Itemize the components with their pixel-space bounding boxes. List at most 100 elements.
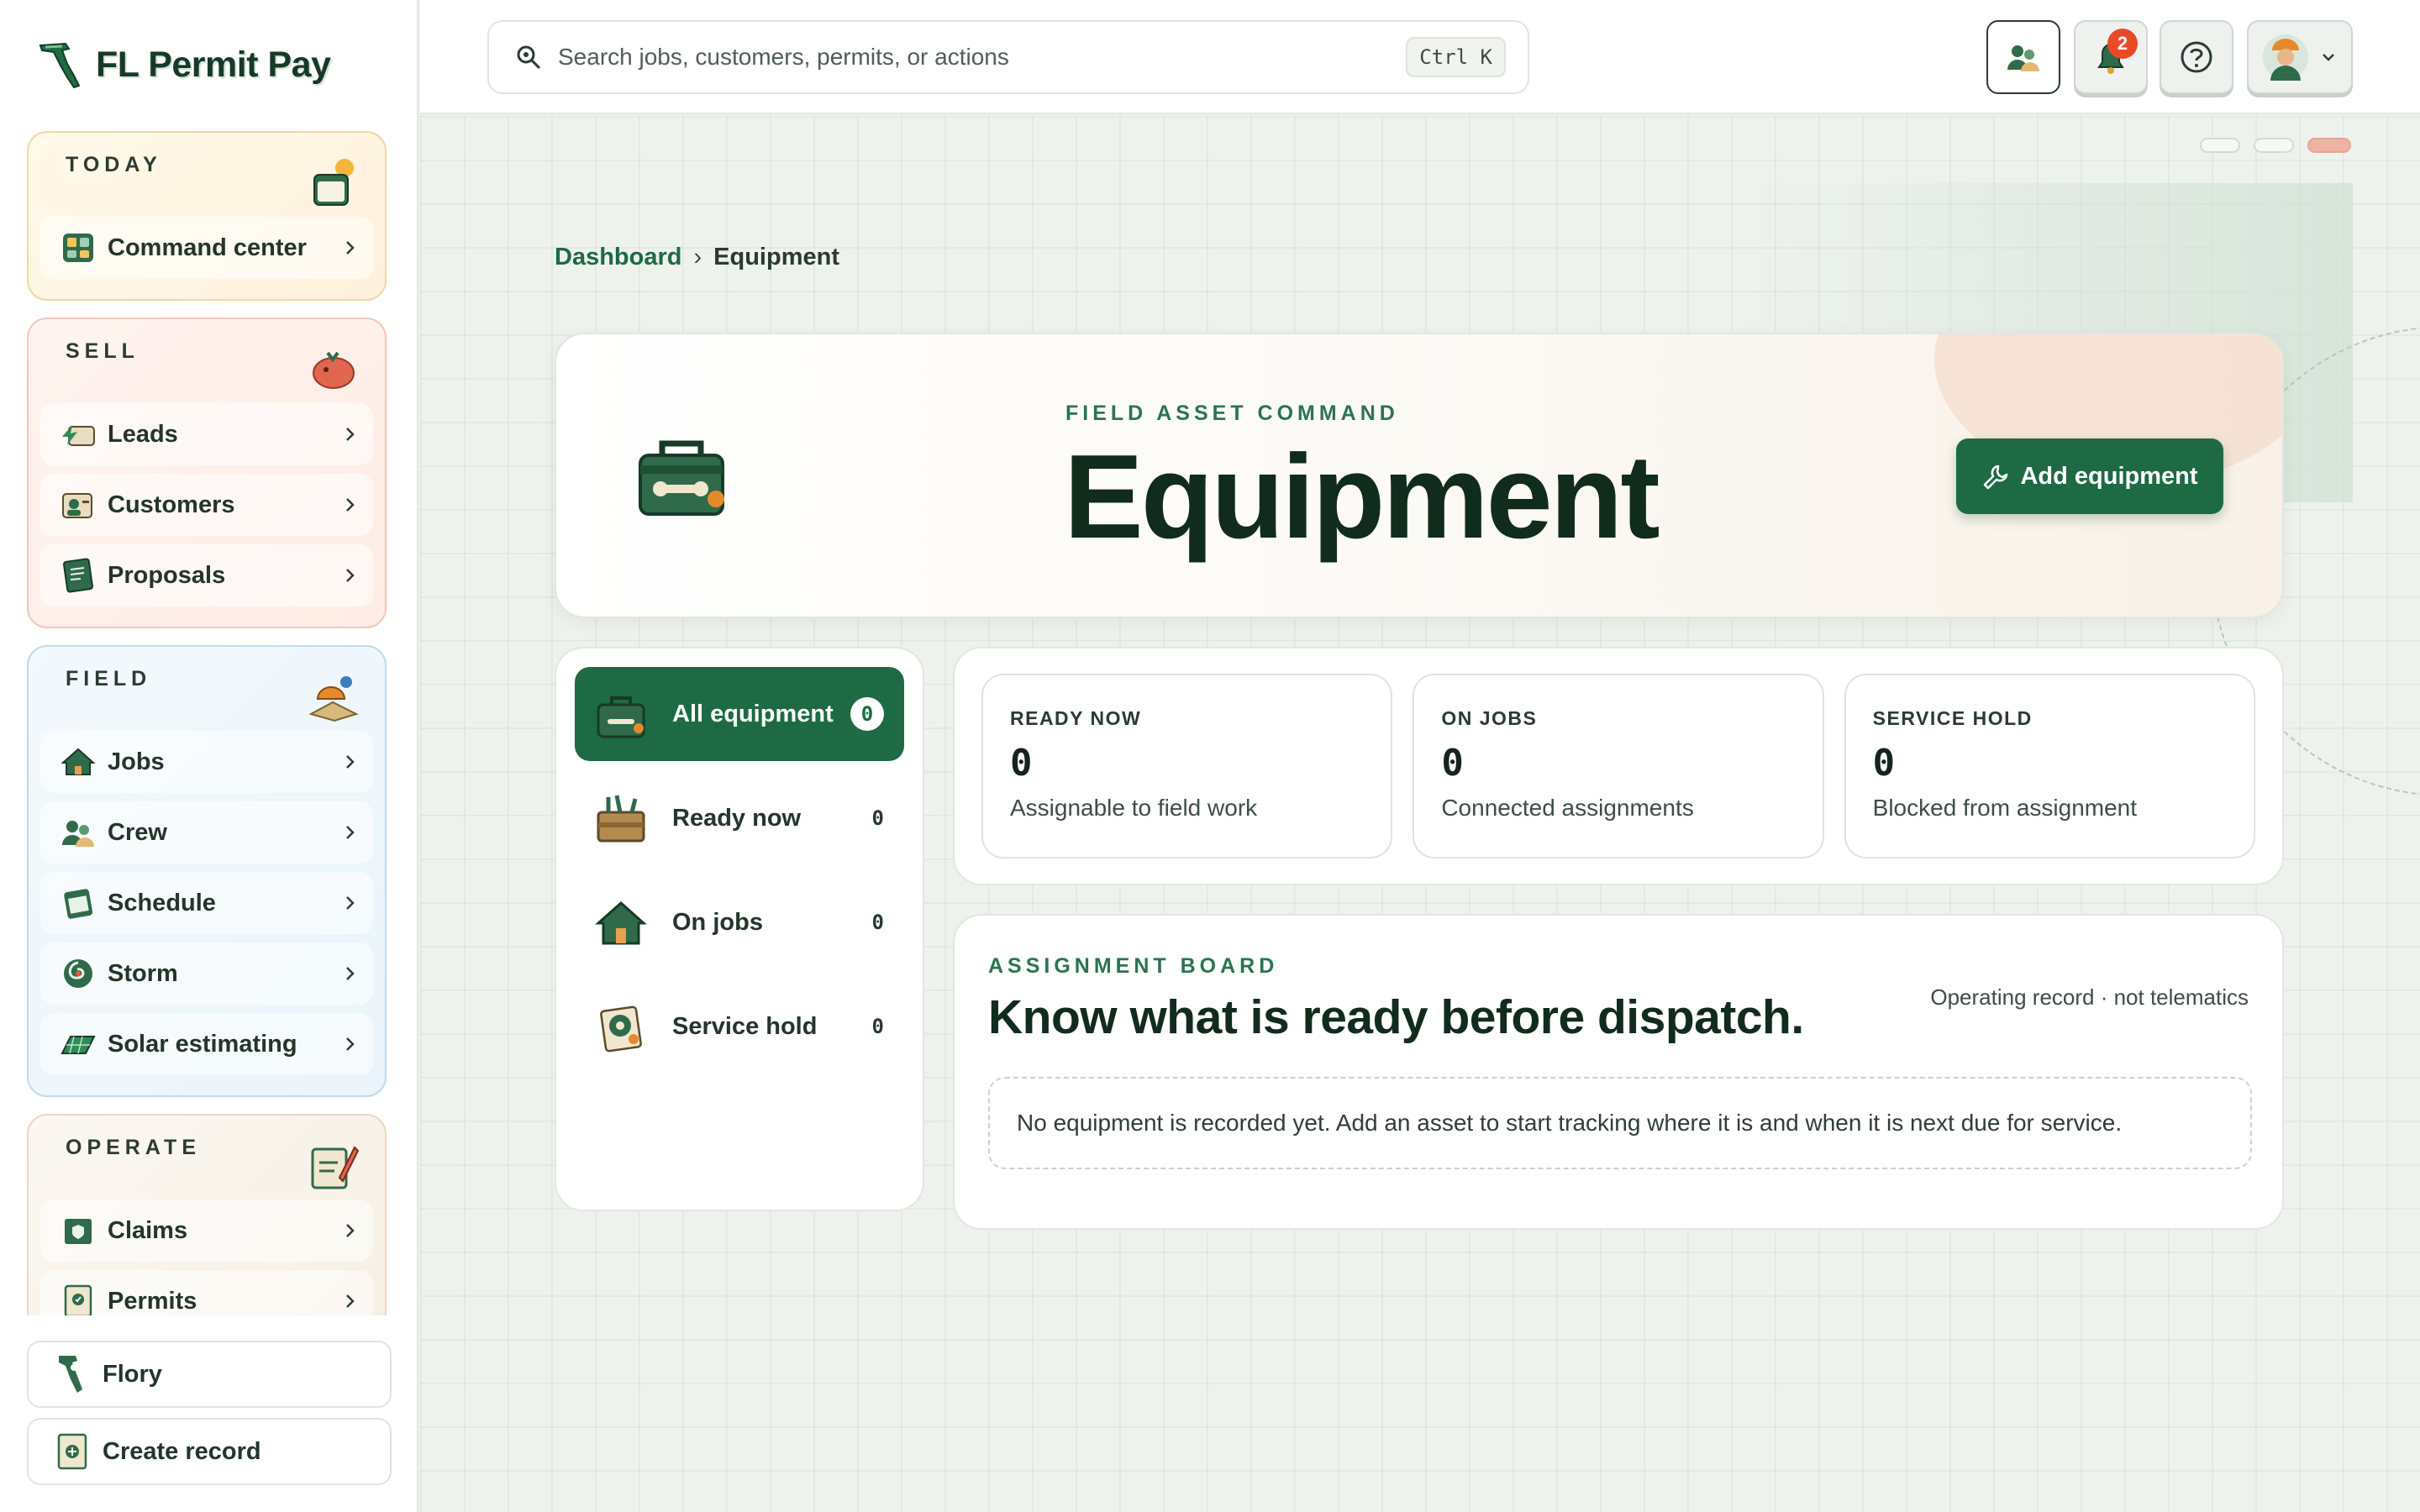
crew-icon — [62, 821, 94, 847]
section-title: TODAY — [66, 153, 162, 176]
search-icon — [517, 45, 541, 70]
create-record-icon — [57, 1433, 87, 1470]
filter-ready-now[interactable]: Ready now 0 — [575, 771, 904, 865]
help-icon — [2181, 41, 2212, 73]
clipboard-pen-icon — [311, 1146, 360, 1189]
hurricane-icon — [64, 959, 92, 988]
sidebar-item-label: Proposals — [108, 561, 226, 589]
sidebar-item-label: Schedule — [108, 889, 216, 916]
tool-crate-icon — [597, 795, 645, 843]
stat-description: Assignable to field work — [1010, 795, 1258, 821]
equipment-stats: READY NOW 0 Assignable to field work ON … — [953, 647, 2284, 885]
stat-ready-now: READY NOW 0 Assignable to field work — [981, 674, 1393, 858]
schedule-icon — [64, 889, 93, 919]
filter-label: On jobs — [672, 908, 763, 936]
empty-state-message: No equipment is recorded yet. Add an ass… — [988, 1077, 2252, 1169]
hero-card: FIELD ASSET COMMAND Equipment Add equipm… — [555, 333, 2284, 618]
solar-panel-icon — [60, 1036, 96, 1054]
team-button[interactable] — [1986, 20, 2060, 94]
chevron-right-icon — [346, 498, 355, 512]
main-content: Dashboard › Equipment FIELD ASSET COMMAN… — [420, 116, 2420, 1512]
decorative-pill — [2200, 138, 2240, 153]
avatar — [2263, 34, 2308, 81]
filter-count: 0 — [850, 697, 884, 731]
add-equipment-button[interactable]: Add equipment — [1956, 438, 2223, 514]
board-eyebrow: ASSIGNMENT BOARD — [988, 954, 1279, 978]
sidebar-item-label: Claims — [108, 1216, 188, 1244]
sidebar-item-solar-estimating[interactable]: Solar estimating — [40, 1013, 373, 1075]
filter-label: Service hold — [672, 1012, 818, 1040]
leads-icon — [62, 425, 95, 446]
section-title: SELL — [66, 339, 139, 363]
sidebar-item-label: Command center — [108, 234, 307, 261]
sidebar-item-permits[interactable]: Permits — [40, 1270, 373, 1315]
search-placeholder: Search jobs, customers, permits, or acti… — [558, 44, 1009, 70]
chevron-right-icon — [346, 428, 355, 441]
chevron-right-icon — [346, 241, 355, 255]
chevron-right-icon — [346, 896, 355, 910]
chevron-right-icon — [346, 967, 355, 980]
breadcrumb-dashboard-link[interactable]: Dashboard — [555, 244, 681, 271]
house-icon — [60, 748, 96, 775]
stat-service-hold: SERVICE HOLD 0 Blocked from assignment — [1844, 674, 2255, 858]
stat-value: 0 — [1441, 742, 1464, 785]
sidebar-item-label: Customers — [108, 491, 235, 518]
chevron-right-icon — [346, 1294, 355, 1308]
add-equipment-label: Add equipment — [2020, 462, 2198, 490]
sidebar-item-command-center[interactable]: Command center — [40, 217, 373, 279]
section-operate: OPERATE Claims Permits — [27, 1114, 387, 1315]
brand[interactable]: FL Permit Pay — [37, 37, 331, 92]
sidebar-item-proposals[interactable]: Proposals — [40, 544, 373, 606]
piggy-bank-icon — [313, 351, 355, 389]
sidebar-item-jobs[interactable]: Jobs — [40, 731, 373, 793]
sidebar-sections: TODAY Command center SELL Leads Customer… — [27, 131, 387, 1315]
notification-count-badge: 2 — [2107, 29, 2138, 59]
sidebar-item-schedule[interactable]: Schedule — [40, 872, 373, 934]
sidebar-item-label: Permits — [108, 1287, 197, 1315]
create-record-label: Create record — [103, 1437, 261, 1465]
sidebar-item-crew[interactable]: Crew — [40, 801, 373, 864]
wrench-icon — [1984, 465, 2008, 490]
create-record-button[interactable]: Create record — [27, 1418, 392, 1485]
brand-name: FL Permit Pay — [96, 44, 331, 85]
toolbox-icon — [639, 440, 724, 516]
sidebar-item-customers[interactable]: Customers — [40, 474, 373, 536]
hardhat-map-icon — [308, 676, 359, 722]
topbar: Search jobs, customers, permits, or acti… — [420, 0, 2420, 114]
sidebar-item-storm[interactable]: Storm — [40, 942, 373, 1005]
filter-service-hold[interactable]: Service hold 0 — [575, 979, 904, 1074]
sidebar-item-label: Crew — [108, 818, 167, 846]
sidebar-footer: Flory Create record — [27, 1341, 392, 1495]
breadcrumb-current: Equipment — [713, 244, 839, 270]
sidebar-item-label: Solar estimating — [108, 1030, 297, 1058]
sidebar-item-label: Jobs — [108, 748, 165, 775]
filter-all-equipment[interactable]: All equipment 0 — [575, 667, 904, 761]
permit-icon — [64, 1284, 92, 1315]
chevron-down-icon — [2323, 54, 2334, 61]
sidebar-item-label: Storm — [108, 959, 178, 987]
section-today: TODAY Command center — [27, 131, 387, 301]
florida-logo-icon — [39, 42, 81, 89]
filter-on-jobs[interactable]: On jobs 0 — [575, 875, 904, 969]
hero-eyebrow: FIELD ASSET COMMAND — [1065, 402, 1399, 425]
notifications-button[interactable]: 2 — [2074, 20, 2148, 94]
section-sell: SELL Leads Customers Proposals — [27, 318, 387, 628]
section-field: FIELD Jobs Crew Schedule Storm Solar est… — [27, 645, 387, 1097]
sidebar: FL Permit Pay TODAY Command center SELL — [0, 0, 418, 1512]
sidebar-item-leads[interactable]: Leads — [40, 403, 373, 465]
flory-mascot-icon — [59, 1356, 82, 1393]
proposals-icon — [63, 558, 93, 593]
account-menu-button[interactable] — [2247, 20, 2353, 94]
toolbox-icon — [597, 696, 645, 738]
help-button[interactable] — [2160, 20, 2233, 94]
filter-count: 0 — [871, 1015, 884, 1038]
decorative-pill — [2307, 138, 2351, 153]
filter-count: 0 — [871, 806, 884, 830]
house-icon — [595, 900, 647, 945]
breadcrumb-separator: › — [693, 244, 702, 270]
sidebar-item-claims[interactable]: Claims — [40, 1200, 373, 1262]
search-input[interactable]: Search jobs, customers, permits, or acti… — [487, 20, 1529, 94]
breadcrumb: Dashboard › Equipment — [555, 244, 839, 271]
claims-icon — [65, 1219, 92, 1244]
flory-button[interactable]: Flory — [27, 1341, 392, 1408]
